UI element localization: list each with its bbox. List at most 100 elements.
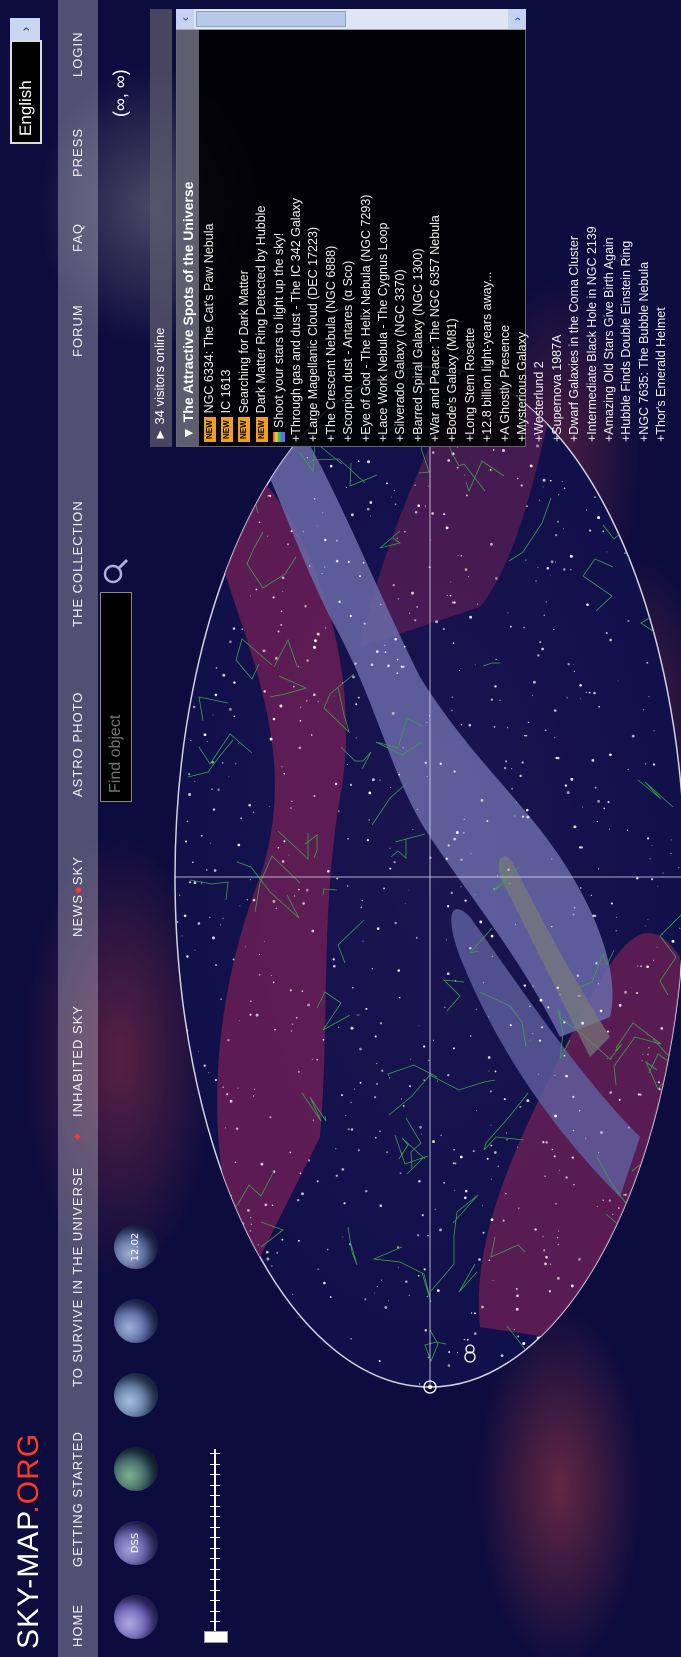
list-item[interactable]: NEW Searching for Dark Matter [236, 14, 253, 442]
list-item[interactable]: +Lace Work Nebula - The Cygnus Loop [375, 14, 392, 442]
zoom-tick [210, 1548, 220, 1549]
plus-icon: + [375, 434, 390, 442]
nav-item-to-survive[interactable]: To Survive in the Universe [70, 1167, 85, 1387]
nav-item-home[interactable]: Home [70, 1604, 85, 1647]
list-item[interactable]: +Amazing Old Stars Give Birth Again [601, 14, 618, 442]
globe-button-earth[interactable] [114, 1447, 158, 1491]
list-item[interactable]: +Bode's Galaxy (M81) [444, 14, 461, 442]
list-item-label: Westerlund 2 [532, 361, 547, 435]
nav-item-news-sky[interactable]: News●Sky [70, 856, 85, 937]
zoom-tick [210, 1464, 220, 1465]
zoom-tick [210, 1506, 220, 1507]
list-item[interactable]: +The Crescent Nebula (NGC 6888) [323, 14, 340, 442]
nav-item-login[interactable]: Login [70, 32, 85, 77]
list-item[interactable]: +Dwarf Galaxies in the Coma Cluster [566, 14, 583, 442]
globe-button-galaxy[interactable] [114, 1299, 158, 1343]
new-badge: NEW [255, 417, 268, 442]
globe-button-date[interactable]: 12.02 [114, 1225, 158, 1269]
list-item[interactable]: NEW Dark Matter Ring Detected by Hubble [253, 14, 270, 442]
nav-item-astro-photo[interactable]: Astro Photo [70, 692, 85, 797]
zoom-slider-handle[interactable] [204, 1631, 228, 1643]
list-item-label: Amazing Old Stars Give Birth Again [601, 237, 616, 435]
list-item[interactable]: +Scorpion dust - Antares (α Sco) [340, 14, 357, 442]
scroll-up-icon[interactable]: ‹ [176, 9, 194, 29]
plus-icon: + [323, 434, 338, 442]
globe-button-grid[interactable] [114, 1373, 158, 1417]
site-logo[interactable]: SKY-MAP.ORG [12, 1433, 46, 1649]
plus-icon: + [497, 434, 512, 442]
list-item-label: NGC 6334: The Cat's Paw Nebula [202, 223, 216, 414]
globe-button-dss[interactable]: DSS [114, 1521, 158, 1565]
list-item[interactable]: +Barred Spiral Galaxy (NGC 1300) [410, 14, 427, 443]
scrollbar-thumb[interactable] [196, 11, 346, 27]
scroll-down-icon[interactable]: › [508, 9, 526, 29]
plus-icon: + [445, 434, 460, 442]
panel-scrollbar[interactable]: ‹ › [176, 9, 526, 30]
nav-separator-icon: ✦ [70, 1130, 85, 1142]
list-item[interactable]: Shoot your stars to light up the sky! [271, 14, 288, 442]
nav-news-label: News [70, 894, 85, 937]
plus-icon: + [480, 434, 495, 442]
list-item[interactable]: +Hubble Finds Double Einstein Ring [618, 14, 635, 442]
list-item[interactable]: +NGC 7635: The Bubble Nebula [636, 14, 653, 442]
list-item-label: Intermediate Black Hole in NGC 2139 [584, 226, 599, 435]
list-item[interactable]: +A Ghostly Presence [497, 14, 514, 442]
zoom-tick [210, 1611, 220, 1612]
nav-item-inhabited-sky[interactable]: Inhabited Sky [70, 1005, 85, 1117]
globe-button-constellations[interactable] [114, 1595, 158, 1639]
list-item[interactable]: NEW NGC 6334: The Cat's Paw Nebula [201, 14, 218, 442]
nav-news-dot: ● [70, 885, 85, 894]
find-object-input[interactable] [100, 592, 132, 802]
panel-title: The Attractive Spots of the Universe [180, 181, 196, 423]
triangle-down-icon[interactable]: ▼ [180, 426, 196, 440]
list-item[interactable]: +Long Stem Rosette [462, 14, 479, 442]
panel-header[interactable]: ▼ The Attractive Spots of the Universe [177, 10, 199, 446]
plus-icon: + [462, 434, 477, 442]
list-item[interactable]: +Intermediate Black Hole in NGC 2139 [584, 14, 601, 442]
list-item[interactable]: +Large Magellanic Cloud (DEC 17223) [305, 14, 322, 442]
nav-item-getting-started[interactable]: Getting Started [70, 1431, 85, 1567]
list-item-label: Silverado Galaxy (NGC 3370) [393, 269, 408, 435]
language-select[interactable]: English › [10, 18, 42, 144]
coordinates-readout: (∞, ∞) [110, 69, 130, 117]
sky-map-page: SKY-MAP.ORG English › Home Getting Start… [0, 0, 681, 1657]
list-item[interactable]: NEW IC 1613 [218, 14, 235, 442]
list-item-label: Mysterious Galaxy [515, 331, 530, 435]
list-item-label: The Crescent Nebula (NGC 6888) [323, 245, 338, 435]
plus-icon: + [358, 434, 373, 442]
plus-icon: + [532, 434, 547, 442]
plus-icon: + [654, 434, 669, 442]
zoom-tick [210, 1558, 220, 1560]
list-item[interactable]: +Supernova 1987A [549, 14, 566, 442]
plus-icon: + [410, 434, 425, 442]
search-icon[interactable] [100, 557, 132, 587]
list-item-label: IC 1613 [219, 369, 234, 414]
triangle-right-icon[interactable]: ► [152, 428, 167, 441]
rainbow-icon [273, 432, 286, 442]
logo-text: SKY-MAP [12, 1513, 45, 1649]
nav-item-the-collection[interactable]: The Collection [70, 500, 85, 627]
list-item[interactable]: +War and Peace: The NGC 6357 Nebula [427, 14, 444, 442]
zoom-slider-track[interactable] [214, 1449, 216, 1637]
zoom-tick [210, 1527, 220, 1528]
list-item[interactable]: +Eye of God - The Helix Nebula (NGC 7293… [358, 14, 375, 442]
list-item[interactable]: +Through gas and dust - The IC 342 Galax… [288, 14, 305, 442]
zoom-slider[interactable] [200, 1443, 230, 1643]
plus-icon: + [567, 434, 582, 442]
chevron-down-icon[interactable]: › [10, 18, 40, 40]
list-item-label: 12.8 billion light-years away... [480, 271, 495, 435]
zoom-tick [210, 1474, 220, 1476]
nav-item-forum[interactable]: Forum [70, 304, 85, 357]
nav-item-faq[interactable]: FAQ [70, 223, 85, 252]
list-item-label: Scorpion dust - Antares (α Sco) [341, 260, 356, 435]
list-item-label: Bode's Galaxy (M81) [445, 318, 460, 435]
list-item[interactable]: +Mysterious Galaxy [514, 14, 531, 442]
nav-item-press[interactable]: Press [70, 128, 85, 177]
list-item-label: A Ghostly Presence [497, 324, 512, 435]
list-item-label: Barred Spiral Galaxy (NGC 1300) [410, 248, 425, 435]
list-item[interactable]: +Silverado Galaxy (NGC 3370) [392, 14, 409, 442]
list-item[interactable]: +12.8 billion light-years away... [479, 14, 496, 442]
list-item[interactable]: +Thor's Emerald Helmet [653, 14, 670, 442]
list-item-label: Lace Work Nebula - The Cygnus Loop [375, 222, 390, 435]
list-item[interactable]: +Westerlund 2 [531, 14, 548, 442]
